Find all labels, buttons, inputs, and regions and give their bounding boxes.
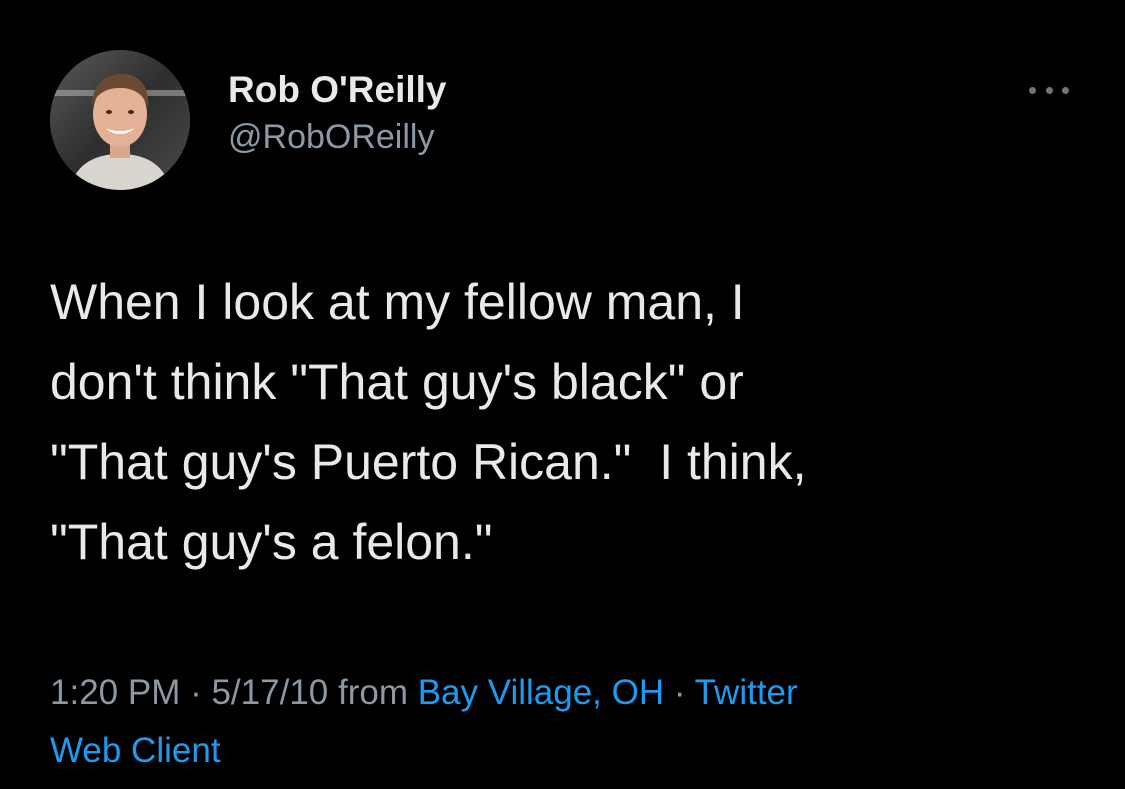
tweet-text: When I look at my fellow man, I don't th… (50, 262, 1070, 582)
source-link[interactable]: Twitter (695, 673, 798, 712)
tweet-line: "That guy's Puerto Rican." I think, (50, 434, 807, 490)
timestamp-date[interactable]: 5/17/10 (211, 673, 328, 712)
from-label: from (328, 673, 418, 712)
timestamp-time[interactable]: 1:20 PM (50, 673, 180, 712)
meta-line-1: 1:20 PM · 5/17/10 from Bay Village, OH ·… (50, 664, 1070, 722)
tweet-line: don't think "That guy's black" or (50, 354, 744, 410)
avatar[interactable] (50, 50, 190, 190)
source-link-continued[interactable]: Web Client (50, 731, 221, 770)
more-horizontal-icon[interactable] (1029, 80, 1069, 100)
tweet-line: When I look at my fellow man, I (50, 274, 745, 330)
location-link[interactable]: Bay Village, OH (418, 673, 664, 712)
display-name[interactable]: Rob O'Reilly (228, 68, 447, 112)
tweet-line: "That guy's a felon." (50, 514, 493, 570)
meta-line-2: Web Client (50, 722, 1070, 780)
separator: · (180, 673, 212, 712)
more-dot (1062, 86, 1069, 94)
more-dot (1029, 86, 1036, 94)
profile-photo (50, 50, 190, 190)
author-block[interactable]: Rob O'Reilly @RobOReilly (228, 68, 447, 158)
more-dot (1045, 86, 1053, 94)
tweet-card: Rob O'Reilly @RobOReilly When I look at … (0, 0, 1125, 789)
tweet-meta: 1:20 PM · 5/17/10 from Bay Village, OH ·… (50, 664, 1070, 780)
separator: · (664, 673, 695, 712)
handle[interactable]: @RobOReilly (228, 116, 447, 158)
